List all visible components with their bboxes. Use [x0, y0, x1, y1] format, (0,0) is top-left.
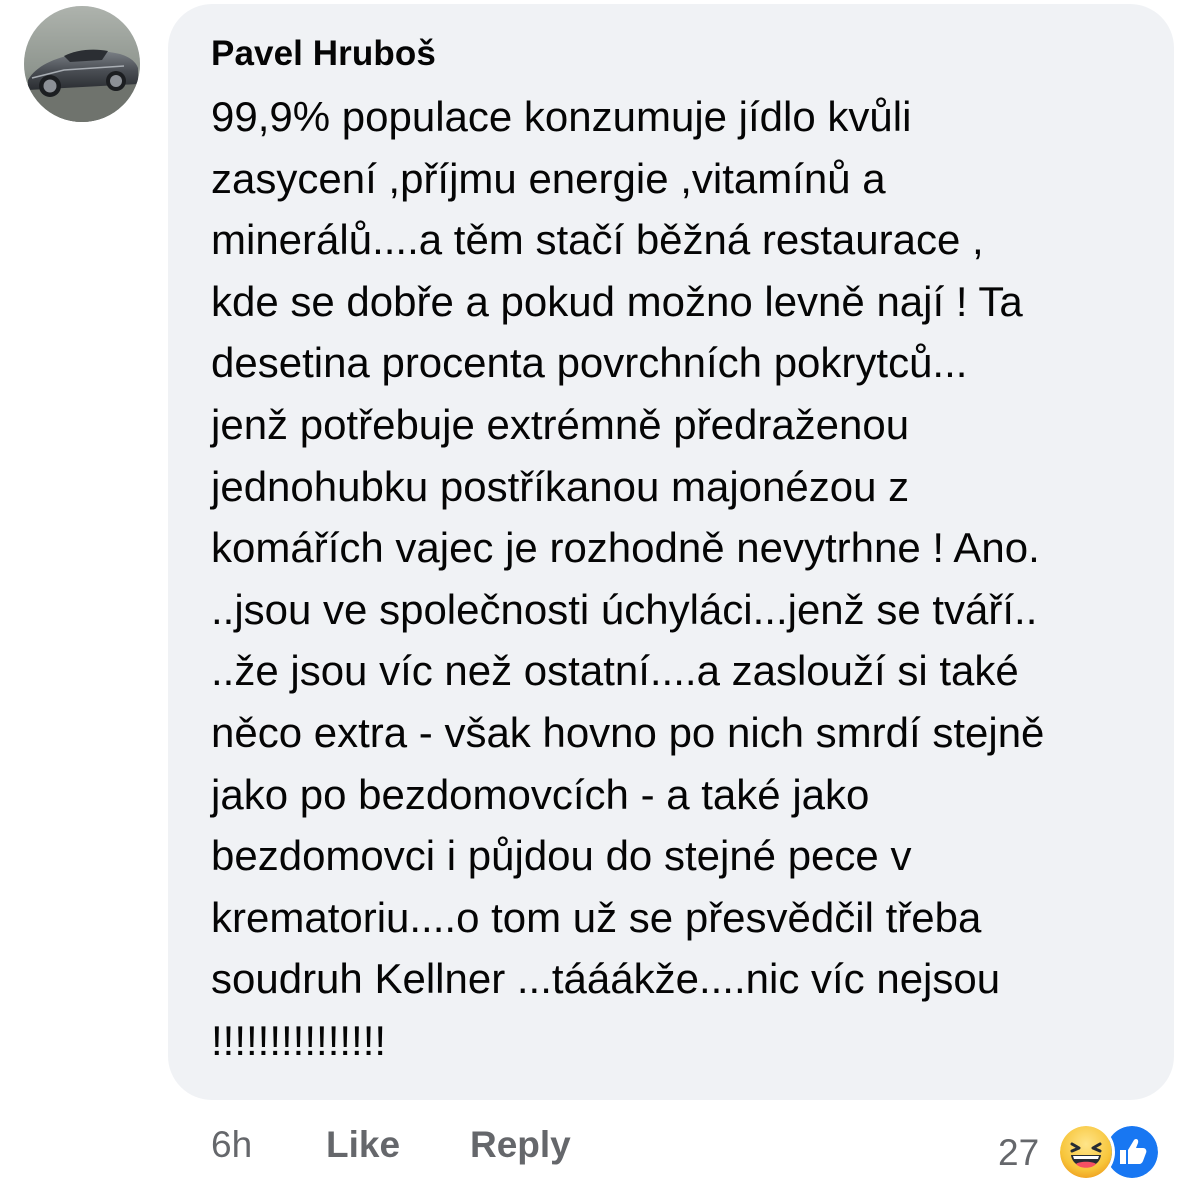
comment-text-line: něco extra - však hovno po nich smrdí st… — [211, 708, 1045, 756]
comment-text-line: jenž potřebuje extrémně předraženou — [211, 400, 910, 448]
comment-actions-bar: 6h Like Reply 27 — [0, 1118, 1200, 1178]
comment-text-line: !!!!!!!!!!!!!!! — [211, 1016, 387, 1064]
comment-timestamp[interactable]: 6h — [211, 1124, 252, 1166]
haha-reaction-icon — [1060, 1126, 1112, 1178]
comment-text-line: zasycení ,příjmu energie ,vitamínů a — [211, 154, 886, 202]
comment-text-line: krematoriu....o tom už se přesvědčil tře… — [211, 893, 982, 941]
reaction-count[interactable]: 27 — [998, 1132, 1039, 1174]
reaction-summary[interactable] — [1060, 1124, 1164, 1182]
like-button[interactable]: Like — [326, 1124, 400, 1166]
car-photo-icon — [24, 6, 140, 122]
comment-text-line: komářích vajec je rozhodně nevytrhne ! A… — [211, 524, 1040, 572]
avatar[interactable] — [24, 6, 140, 122]
comment-text-line: bezdomovci i půjdou do stejné pece v — [211, 832, 912, 880]
like-reaction-icon — [1106, 1126, 1158, 1178]
comment-text-line: jako po bezdomovcích - a také jako — [211, 770, 870, 818]
comment-text-line: jednohubku postříkanou majonézou z — [211, 462, 910, 510]
comment-body: 99,9% populace konzumuje jídlo kvůli zas… — [211, 86, 1161, 1072]
comment-text-line: minerálů....a těm stačí běžná restaurace… — [211, 216, 984, 264]
comment-text-line: 99,9% populace konzumuje jídlo kvůli — [211, 93, 912, 140]
comment-author-name[interactable]: Pavel Hruboš — [211, 34, 436, 74]
comment-text-line: ..jsou ve společnosti úchyláci...jenž se… — [211, 585, 1038, 633]
comment-text-line: ..že jsou víc než ostatní....a zaslouží … — [211, 647, 1019, 695]
comment-text-line: kde se dobře a pokud možno levně nají ! … — [211, 277, 1023, 325]
comment-text-line: desetina procenta povrchních pokrytců... — [211, 339, 968, 387]
reply-button[interactable]: Reply — [470, 1124, 571, 1166]
comment-text-line: soudruh Kellner ...tááákže....nic víc ne… — [211, 955, 1001, 1003]
